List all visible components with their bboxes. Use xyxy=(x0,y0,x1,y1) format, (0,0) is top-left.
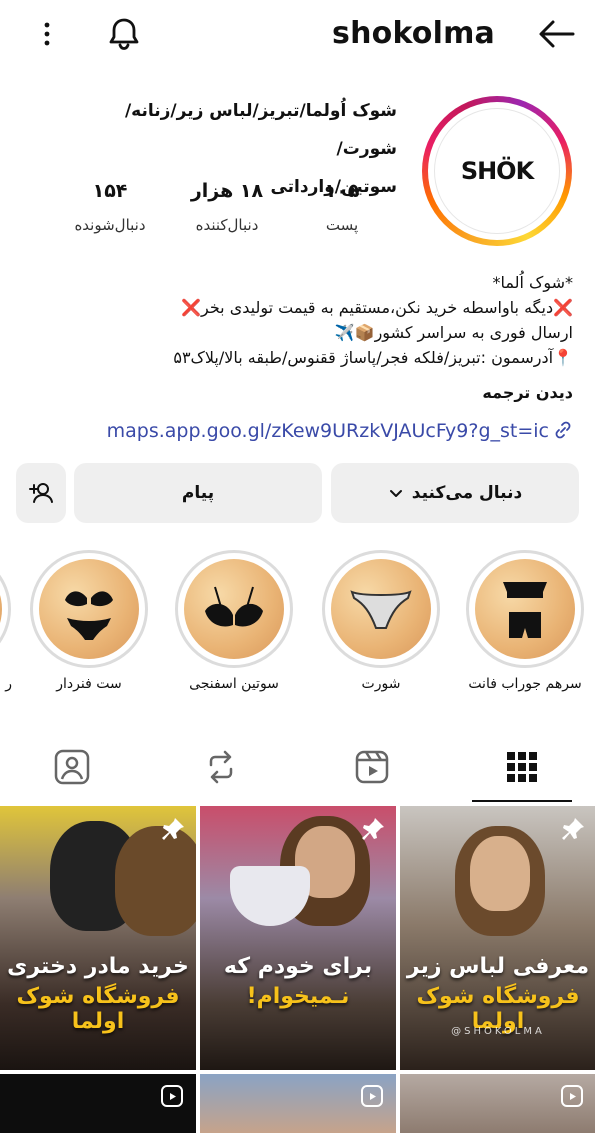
grid-icon xyxy=(507,752,537,782)
stat-posts-label: پست xyxy=(325,216,359,234)
suggested-users-button[interactable] xyxy=(16,463,66,523)
tab-grid[interactable] xyxy=(500,745,544,789)
reels-icon xyxy=(355,750,389,784)
post-watermark: @SHOKOLMA xyxy=(451,1026,545,1037)
post-caption-line1: معرفی لباس زیر xyxy=(406,954,590,979)
message-label: پیام xyxy=(181,483,215,503)
stat-followers[interactable]: ۱۸ هزار دنبال‌کننده xyxy=(172,180,282,234)
stat-followers-count: ۱۸ هزار xyxy=(190,180,264,202)
profile-tabs xyxy=(0,735,595,803)
post-tile[interactable] xyxy=(0,1074,196,1133)
post-caption-line2: فروشگاه شوک اولما xyxy=(16,984,180,1034)
tab-reels[interactable] xyxy=(350,745,394,789)
bio-line: *شوک اُلما* xyxy=(492,273,573,292)
stat-following[interactable]: ۱۵۴ دنبال‌شونده xyxy=(55,180,165,234)
pinned-icon xyxy=(362,818,384,840)
tab-reposts[interactable] xyxy=(199,745,243,789)
bio-line: ارسال فوری به سراسر کشور📦✈️ xyxy=(334,323,573,342)
see-translation-link[interactable]: دیدن ترجمه xyxy=(13,380,573,405)
top-bar: shokolma xyxy=(0,0,595,68)
set-icon xyxy=(503,582,547,638)
more-vertical-icon[interactable] xyxy=(36,20,58,48)
stat-posts-count: ۱۰۵ xyxy=(324,180,360,202)
highlight-item[interactable]: ر xyxy=(0,550,12,692)
post-caption-line2: نـمیخوام! xyxy=(246,984,350,1009)
profile-stats: ۱۰۵ پست ۱۸ هزار دنبال‌کننده ۱۵۴ دنبال‌شو… xyxy=(57,180,397,250)
pinned-icon xyxy=(162,818,184,840)
tab-tagged[interactable] xyxy=(50,745,94,789)
avatar-story-ring[interactable]: SHÖK xyxy=(422,96,572,246)
post-tile[interactable]: خرید مادر دختری فروشگاه شوک اولما xyxy=(0,806,196,1070)
back-arrow-icon[interactable] xyxy=(537,16,577,52)
post-tile[interactable] xyxy=(200,1074,396,1133)
pinned-icon xyxy=(562,818,584,840)
avatar[interactable]: SHÖK xyxy=(434,108,560,234)
bra-icon xyxy=(205,586,263,627)
reels-icon xyxy=(561,1085,583,1107)
reels-icon xyxy=(361,1085,383,1107)
link-icon xyxy=(555,421,571,439)
reposts-icon xyxy=(209,750,233,784)
reels-icon xyxy=(161,1085,183,1107)
message-button[interactable]: پیام xyxy=(74,463,322,523)
following-button[interactable]: دنبال می‌کنید xyxy=(331,463,579,523)
post-tile[interactable] xyxy=(400,1074,595,1133)
add-user-icon xyxy=(29,483,53,503)
highlight-item[interactable]: سوتین اسفنجی xyxy=(174,550,294,692)
highlight-item[interactable]: سرهم جوراب فانت xyxy=(465,550,585,692)
post-caption-line1: برای خودم که xyxy=(223,954,373,979)
stat-following-label: دنبال‌شونده xyxy=(74,216,146,234)
post-caption-line1: خرید مادر دختری xyxy=(7,954,189,979)
post-tile[interactable]: معرفی لباس زیر فروشگاه شوک اولما @SHOKOL… xyxy=(400,806,595,1070)
stat-posts[interactable]: ۱۰۵ پست xyxy=(287,180,397,234)
stat-following-count: ۱۵۴ xyxy=(92,180,128,202)
highlight-item[interactable]: ست فنردار xyxy=(29,550,149,692)
bikini-set-icon xyxy=(65,591,113,640)
highlight-label: ر xyxy=(5,676,12,692)
highlight-label: سوتین اسفنجی xyxy=(189,676,279,692)
tagged-icon xyxy=(54,749,90,785)
underwear-icon xyxy=(350,590,412,629)
brand-logo: SHÖK xyxy=(460,157,534,185)
highlight-item[interactable]: شورت xyxy=(321,550,441,692)
chevron-down-icon xyxy=(389,490,402,497)
post-tile[interactable]: برای خودم که نـمیخوام! xyxy=(200,806,396,1070)
profile-link[interactable]: maps.app.goo.gl/zKew9URzkVJAUcFy9?g_st=i… xyxy=(13,420,573,442)
profile-link-text[interactable]: maps.app.goo.gl/zKew9URzkVJAUcFy9?g_st=i… xyxy=(107,420,549,442)
bell-icon[interactable] xyxy=(104,14,144,54)
highlight-label: سرهم جوراب فانت xyxy=(468,676,582,692)
stat-followers-label: دنبال‌کننده xyxy=(195,216,259,234)
bio-line: ❌دیگه باواسطه خرید نکن،مستقیم به قیمت تو… xyxy=(181,298,573,317)
active-tab-indicator xyxy=(472,800,572,802)
highlight-label: شورت xyxy=(361,676,401,692)
profile-name-line1: شوک اُولما/تبریز/لباس زیر/زنانه/شورت/ xyxy=(124,101,397,159)
following-label: دنبال می‌کنید xyxy=(411,483,523,503)
bio-line: 📍آدرسمون :تبریز/فلکه فجر/پاساژ ققنوس/طبق… xyxy=(173,348,573,367)
highlight-label: ست فنردار xyxy=(56,676,122,692)
profile-username: shokolma xyxy=(332,16,495,51)
profile-bio: *شوک اُلما* ❌دیگه باواسطه خرید نکن،مستقی… xyxy=(13,270,573,405)
